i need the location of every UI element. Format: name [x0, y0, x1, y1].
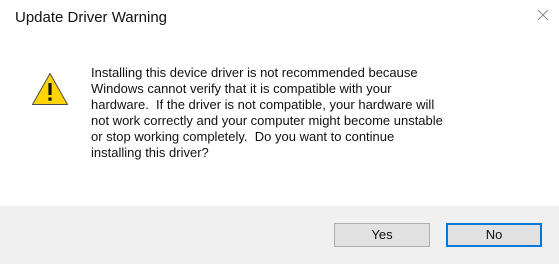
warning-triangle-icon [32, 73, 68, 105]
button-bar: Yes No [0, 206, 559, 264]
dialog-content: Installing this device driver is not rec… [0, 38, 559, 195]
close-icon [537, 9, 549, 21]
title-bar: Update Driver Warning [0, 0, 559, 38]
close-button[interactable] [527, 0, 559, 32]
dialog-title: Update Driver Warning [15, 9, 167, 26]
no-button[interactable]: No [446, 223, 542, 247]
yes-button[interactable]: Yes [334, 223, 430, 247]
warning-message: Installing this device driver is not rec… [91, 65, 443, 160]
update-driver-warning-dialog: Update Driver Warning Installing this de… [0, 0, 559, 264]
